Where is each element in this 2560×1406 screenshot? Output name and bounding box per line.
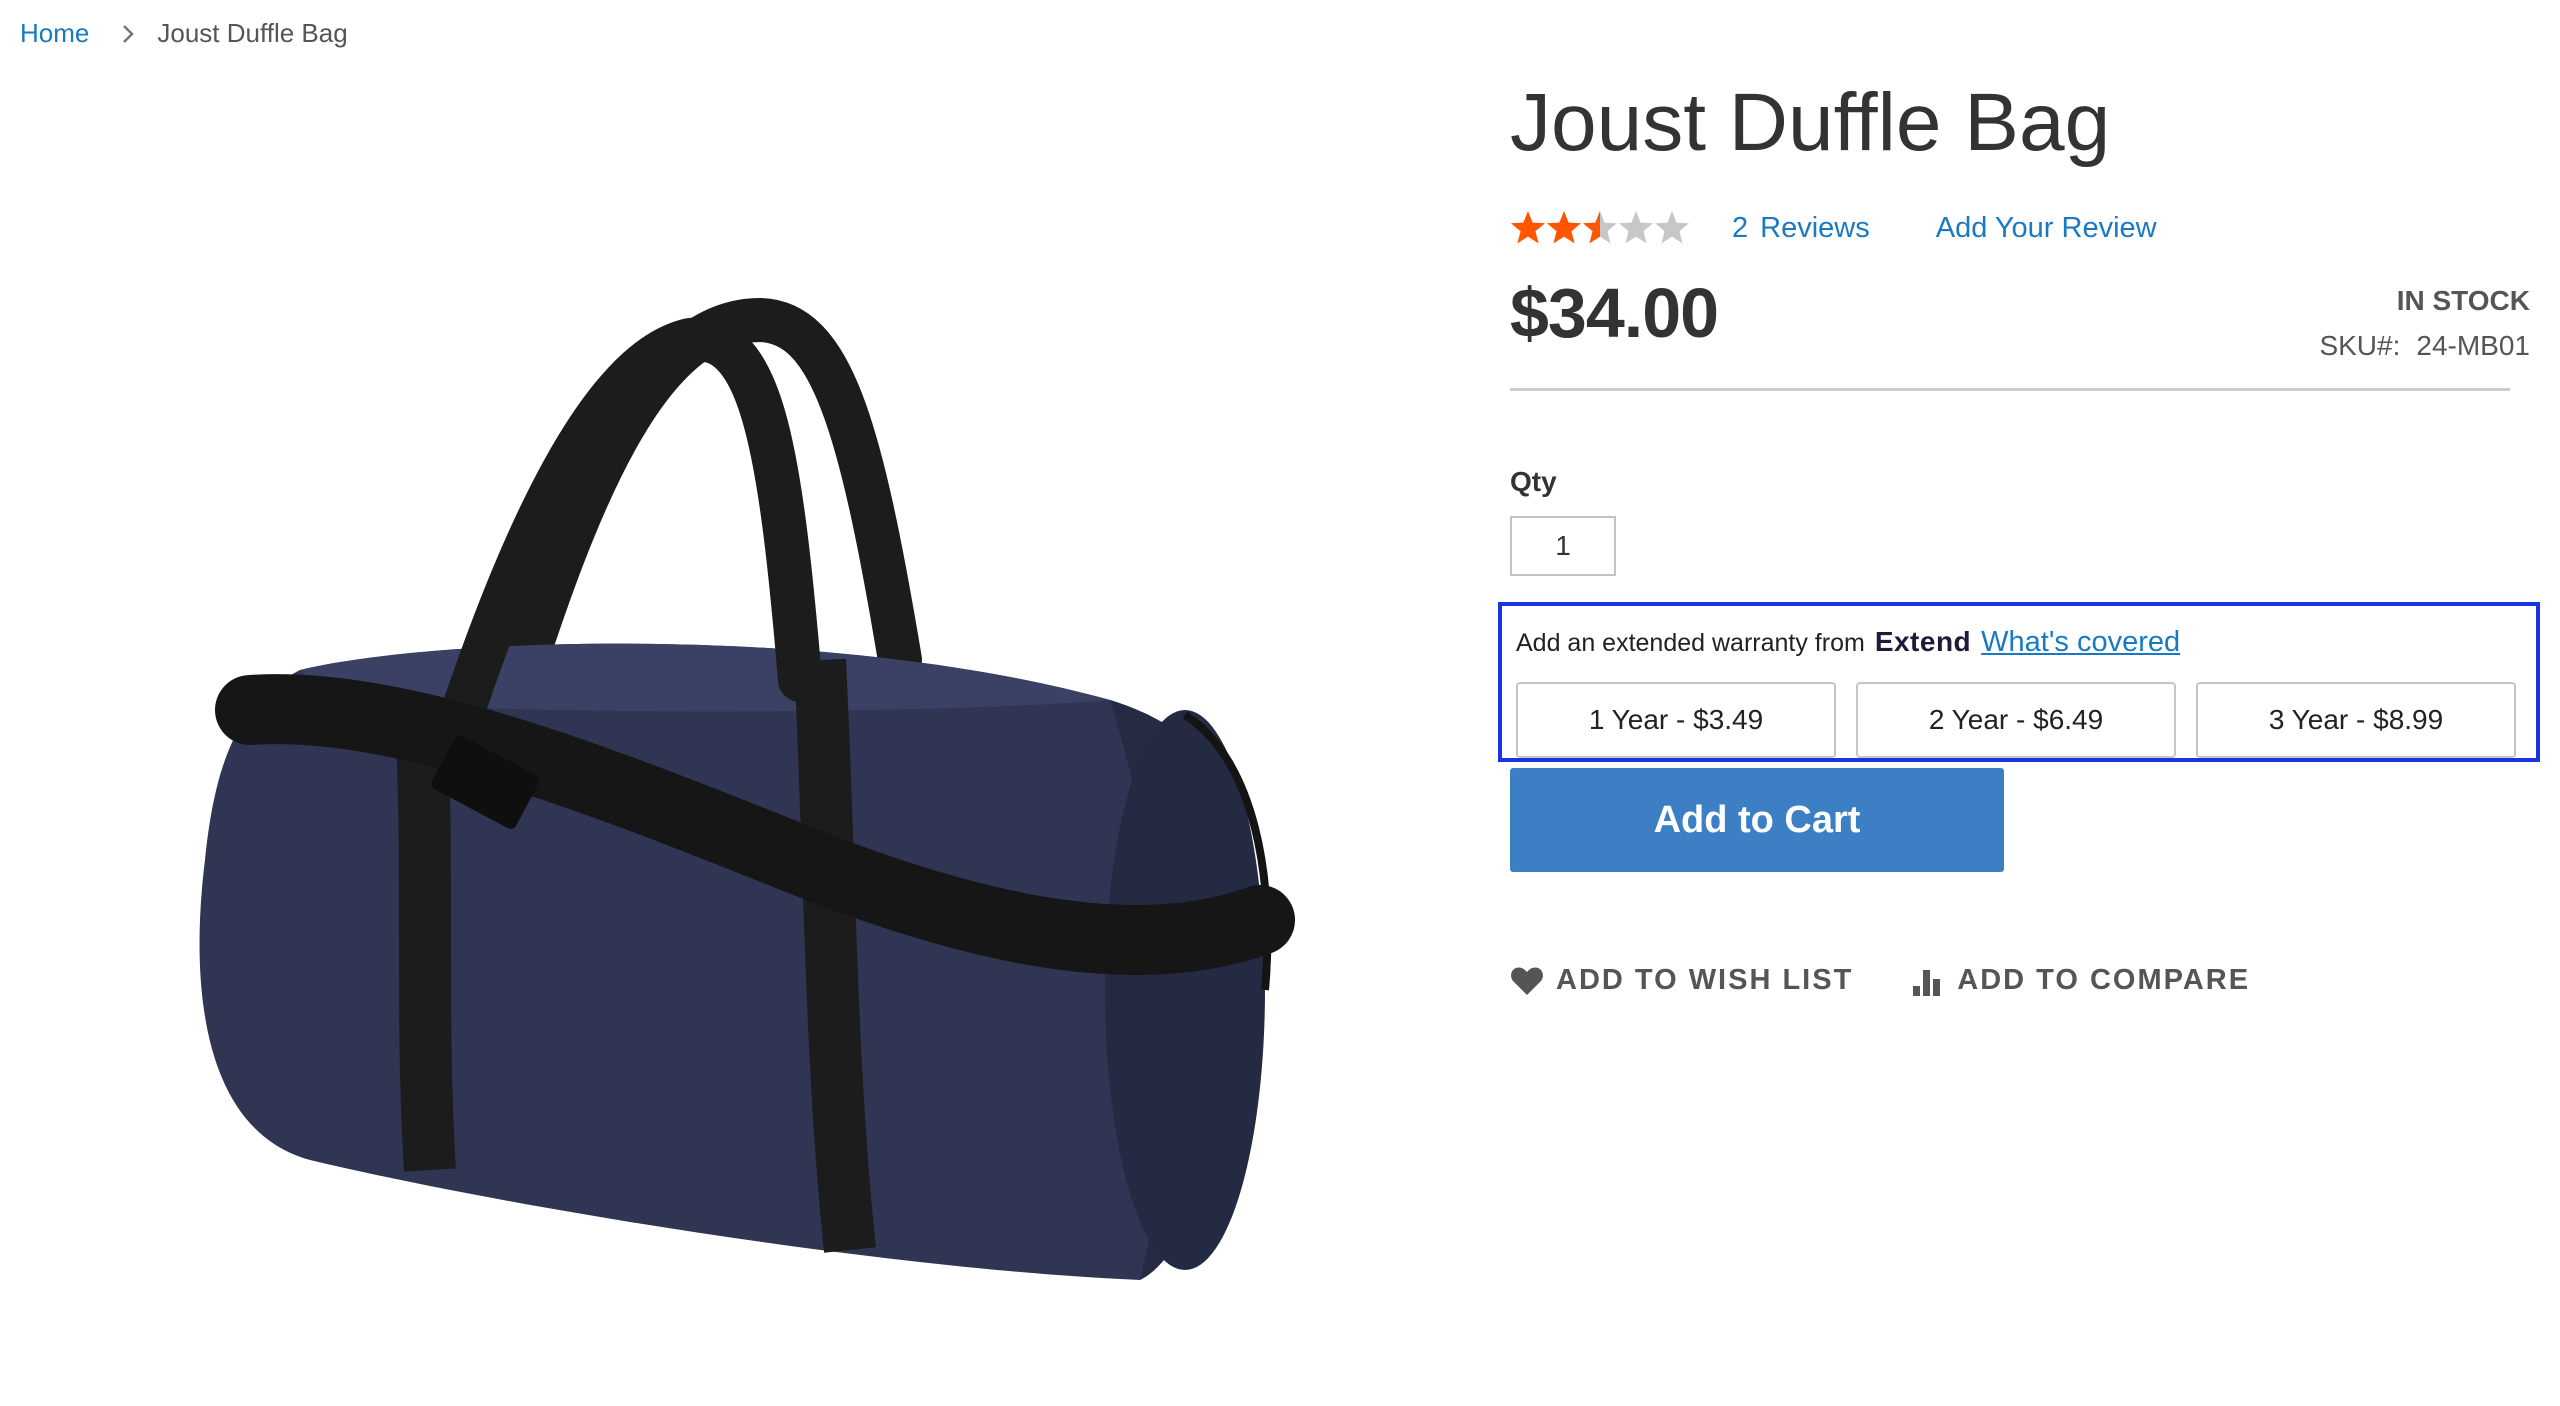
warranty-plan-2-year-button[interactable]: 2 Year - $6.49 (1856, 682, 2176, 758)
add-to-cart-button[interactable]: Add to Cart (1510, 768, 2004, 872)
add-to-wishlist-label: ADD TO WISH LIST (1556, 964, 1854, 996)
add-to-compare-link[interactable]: ADD TO COMPARE (1911, 964, 2250, 997)
reviews-label: Reviews (1760, 211, 1870, 244)
add-review-link[interactable]: Add Your Review (1936, 212, 2157, 245)
warranty-plan-3-year-button[interactable]: 3 Year - $8.99 (2196, 682, 2516, 758)
reviews-count: 2 (1732, 211, 1749, 244)
product-social-actions: ADD TO WISH LIST ADD TO COMPARE (1510, 964, 2250, 997)
warranty-plans: 1 Year - $3.49 2 Year - $6.49 3 Year - $… (1516, 682, 2516, 758)
product-info: Joust Duffle Bag 2 Reviews Add Your Revi… (1498, 0, 2550, 1406)
reviews-link[interactable]: 2 Reviews (1732, 212, 1870, 245)
stock-status: IN STOCK (2396, 285, 2530, 316)
whats-covered-link[interactable]: What's covered (1981, 626, 2180, 659)
product-image-gallery[interactable] (0, 60, 1480, 1406)
extend-logo: Extend (1874, 626, 1972, 657)
product-image[interactable] (0, 60, 1480, 1406)
qty-input[interactable] (1510, 516, 1616, 576)
rating-stars (1510, 210, 1690, 246)
qty-label: Qty (1510, 466, 1557, 497)
warranty-text: Add an extended warranty from (1516, 629, 1865, 657)
breadcrumb: Home Joust Duffle Bag (20, 18, 348, 49)
divider (1510, 388, 2510, 391)
warranty-offer-text: Add an extended warranty from Extend Wha… (1516, 626, 2180, 659)
star-filled-icon (1511, 211, 1600, 244)
chevron-right-icon (121, 23, 135, 45)
breadcrumb-home-link[interactable]: Home (20, 18, 89, 49)
add-to-wishlist-link[interactable]: ADD TO WISH LIST (1510, 964, 1853, 997)
add-to-compare-label: ADD TO COMPARE (1957, 964, 2251, 996)
rating-stars-fill (1510, 210, 1600, 246)
product-price: $34.00 (1510, 274, 1719, 352)
bar-chart-icon (1913, 969, 1941, 996)
sku-value: 24-MB01 (2416, 330, 2530, 361)
warranty-plan-1-year-button[interactable]: 1 Year - $3.49 (1516, 682, 1836, 758)
page-title: Joust Duffle Bag (1510, 77, 2111, 168)
product-sku: SKU#: 24-MB01 (2319, 330, 2530, 362)
heart-icon (1511, 967, 1543, 995)
breadcrumb-current: Joust Duffle Bag (157, 18, 348, 48)
sku-label: SKU#: (2319, 330, 2401, 361)
extended-warranty-offer: Add an extended warranty from Extend Wha… (1498, 602, 2540, 762)
product-rating: 2 Reviews Add Your Review (1510, 208, 2157, 248)
